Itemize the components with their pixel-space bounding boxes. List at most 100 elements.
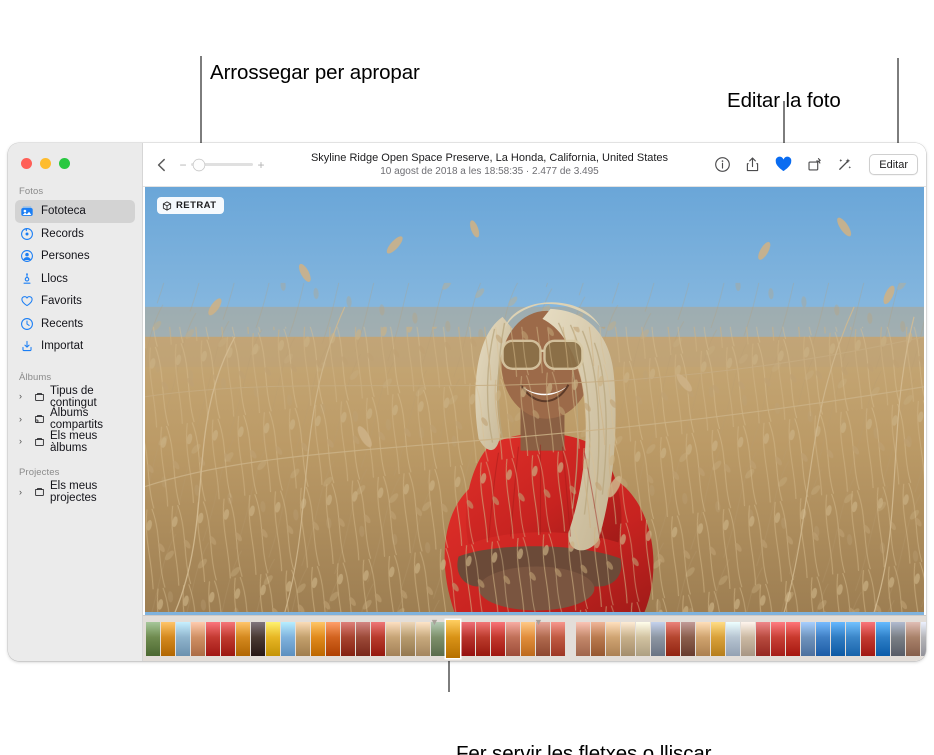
sidebar-item-label: Tipus de contingut [50,384,97,409]
filmstrip-thumbnail[interactable] [591,621,605,656]
filmstrip-thumbnail[interactable] [651,621,665,656]
filmstrip-thumbnail[interactable] [606,621,620,656]
filmstrip-thumbnail[interactable] [906,621,920,656]
filmstrip-thumbnail[interactable] [371,621,385,656]
filmstrip-thumbnail[interactable] [636,621,650,656]
filmstrip-thumbnail[interactable] [681,621,695,656]
toolbar: − + Skyline Ridge Open Space Preserve, L… [143,143,926,187]
filmstrip[interactable]: ▼ ▼ [143,615,926,661]
sidebar-item-els-meus-albums[interactable]: › Els meus àlbums [15,430,135,454]
filmstrip-thumbnail[interactable] [401,621,415,656]
sidebar-section-header-fotos: Fotos [19,186,44,197]
filmstrip-thumbnail[interactable] [666,621,680,656]
filmstrip-thumbnail[interactable] [711,621,725,656]
sidebar-item-llocs[interactable]: Llocs [15,268,135,291]
enhance-wand-icon[interactable] [836,156,853,173]
filmstrip-thumbnail[interactable] [816,621,830,656]
callout-zoom-drag-line-1: Arrossegar per apropar [210,61,420,84]
filmstrip-thumbnail[interactable] [876,621,890,656]
filmstrip-thumbnail[interactable] [326,621,340,656]
portrait-badge: RETRAT [157,197,224,214]
sidebar-item-favorits[interactable]: Favorits [15,290,135,313]
filmstrip-thumbnail[interactable] [191,621,205,656]
sidebar-item-tipus-de-contingut[interactable]: › Tipus de contingut [15,384,135,409]
filmstrip-thumbnail[interactable] [891,621,905,656]
sidebar-section-header-albums: Àlbums [19,371,52,383]
filmstrip-thumbnail[interactable] [206,621,220,656]
sidebar-item-albums-compartits[interactable]: › Àlbums compartits [15,407,135,431]
filmstrip-thumbnail[interactable] [521,621,535,656]
filmstrip-scroll-left-chevron-icon[interactable]: ▼ [430,618,439,627]
filmstrip-thumbnail[interactable] [726,621,740,656]
shared-folder-icon [33,412,46,426]
filmstrip-thumbnail[interactable] [801,621,815,656]
zoom-in-label[interactable]: + [257,159,265,171]
disclosure-chevron-icon[interactable]: › [19,437,29,446]
share-icon[interactable] [744,156,761,173]
sidebar-item-importat[interactable]: Importat [15,335,135,358]
sidebar-item-recents[interactable]: Recents [15,313,135,336]
filmstrip-thumbnail[interactable] [251,621,265,656]
photo-image[interactable]: RETRAT [145,187,924,615]
close-button[interactable] [21,158,32,169]
filmstrip-thumbnail[interactable] [491,621,505,656]
disclosure-chevron-icon[interactable]: › [19,392,29,401]
filmstrip-thumbnail[interactable] [416,621,430,656]
filmstrip-thumbnail[interactable] [161,621,175,656]
zoom-button[interactable] [59,158,70,169]
filmstrip-thumbnail[interactable] [621,621,635,656]
filmstrip-thumbnail[interactable] [506,621,520,656]
filmstrip-thumbnail[interactable] [311,621,325,656]
heart-filled-icon[interactable] [774,155,793,174]
sidebar-item-persones[interactable]: Persones [15,245,135,268]
filmstrip-thumbnail[interactable] [296,621,310,656]
filmstrip-thumbnail[interactable] [861,621,875,656]
filmstrip-thumbnail[interactable] [446,619,460,658]
filmstrip-thumbnail[interactable] [846,621,860,656]
filmstrip-thumbnail[interactable] [756,621,770,656]
toolbar-actions: Editar [714,154,918,175]
edit-button[interactable]: Editar [869,154,918,175]
photos-library-icon [20,204,34,218]
filmstrip-thumbnail[interactable] [576,621,590,656]
sidebar-item-fototeca[interactable]: Fototeca [15,200,135,223]
filmstrip-thumbnail[interactable] [221,621,235,656]
callout-edit-photo-line-1: Editar la foto [727,89,841,112]
sidebar: Fotos Fototeca Records Persones Llocs Fa… [8,143,143,661]
filmstrip-thumbnail[interactable] [831,621,845,656]
filmstrip-thumbnail[interactable] [146,621,160,656]
sidebar-item-records[interactable]: Records [15,223,135,246]
zoom-slider[interactable]: − + [179,159,265,171]
filmstrip-thumbnail[interactable] [921,621,926,656]
filmstrip-thumbnail[interactable] [461,621,475,656]
rotate-icon[interactable] [806,156,823,173]
filmstrip-thumbnail[interactable] [341,621,355,656]
filmstrip-thumbnail[interactable] [741,621,755,656]
filmstrip-thumbnail[interactable] [551,621,565,656]
disclosure-chevron-icon[interactable]: › [19,487,29,497]
zoom-slider-track[interactable] [191,159,253,170]
filmstrip-thumbnail[interactable] [281,621,295,656]
filmstrip-thumbnail[interactable] [476,621,490,656]
chevron-left-icon[interactable] [153,156,171,174]
minimize-button[interactable] [40,158,51,169]
people-icon [20,249,34,263]
filmstrip-thumbnail[interactable] [696,621,710,656]
zoom-slider-knob[interactable] [193,159,205,170]
zoom-out-label[interactable]: − [179,159,187,171]
filmstrip-thumbnail[interactable] [786,621,800,656]
disclosure-chevron-icon[interactable]: › [19,414,29,424]
import-icon [20,339,34,353]
portrait-badge-label: RETRAT [176,200,217,211]
filmstrip-thumbnail[interactable] [266,621,280,656]
photo-viewer: RETRAT [143,187,926,615]
sidebar-item-label: Recents [41,317,84,330]
filmstrip-scroll-right-chevron-icon[interactable]: ▼ [534,618,543,627]
filmstrip-thumbnail[interactable] [236,621,250,656]
filmstrip-thumbnail[interactable] [176,621,190,656]
sidebar-item-els-meus-projectes[interactable]: › Els meus projectes [15,480,135,504]
filmstrip-thumbnail[interactable] [356,621,370,656]
info-icon[interactable] [714,156,731,173]
filmstrip-thumbnail[interactable] [771,621,785,656]
filmstrip-thumbnail[interactable] [386,621,400,656]
